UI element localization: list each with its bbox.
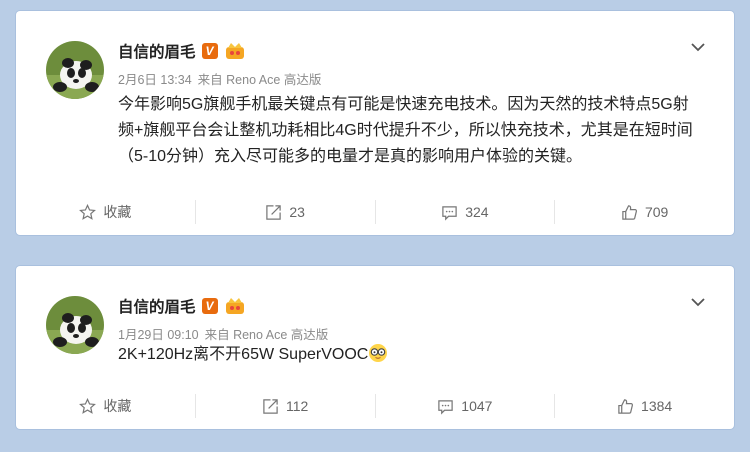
like-button[interactable]: 709 xyxy=(555,200,734,224)
glasses-emoji-icon xyxy=(369,344,388,362)
action-bar: 收藏 112 1047 1384 xyxy=(16,383,734,429)
author-row: 自信的眉毛 V xyxy=(118,295,246,317)
favorite-button[interactable]: 收藏 xyxy=(16,394,196,418)
comment-count: 1047 xyxy=(461,398,493,414)
weibo-post-card: 自信的眉毛 V 1月29日 09:10 来自 Reno Ace 高达版 2K+1… xyxy=(16,266,734,429)
repost-icon xyxy=(263,398,278,414)
post-date[interactable]: 2月6日 13:34 xyxy=(118,69,192,88)
favorite-label: 收藏 xyxy=(103,204,132,220)
repost-count: 112 xyxy=(285,398,309,414)
action-bar: 收藏 23 324 709 xyxy=(16,189,734,235)
author-name[interactable]: 自信的眉毛 xyxy=(118,40,196,62)
comment-count: 324 xyxy=(465,204,489,220)
weibo-post-card: 自信的眉毛 V 2月6日 13:34 来自 Reno Ace 高达版 今年影响5… xyxy=(16,11,734,235)
like-count: 1384 xyxy=(641,398,673,414)
thumbs-up-icon xyxy=(618,398,634,414)
star-icon xyxy=(79,397,97,414)
like-count: 709 xyxy=(644,204,669,220)
repost-button[interactable]: 23 xyxy=(196,200,376,224)
comment-button[interactable]: 1047 xyxy=(376,394,556,418)
vip-crown-icon xyxy=(225,43,244,59)
thumbs-up-icon xyxy=(622,204,637,220)
repost-count: 23 xyxy=(289,204,305,220)
chevron-down-icon[interactable] xyxy=(690,39,706,55)
post-text-wrap: 2K+120Hz离不开65W SuperVOOC xyxy=(118,342,694,368)
verified-badge-icon: V xyxy=(201,298,218,314)
comment-icon xyxy=(438,399,454,415)
chevron-down-icon[interactable] xyxy=(690,294,706,310)
repost-button[interactable]: 112 xyxy=(196,394,376,418)
post-text: 2K+120Hz离不开65W SuperVOOC xyxy=(118,346,369,363)
comment-icon xyxy=(442,205,457,221)
comment-button[interactable]: 324 xyxy=(376,200,556,224)
repost-icon xyxy=(266,204,282,220)
vip-crown-icon xyxy=(225,298,244,314)
author-row: 自信的眉毛 V xyxy=(118,40,246,62)
favorite-label: 收藏 xyxy=(103,398,132,414)
post-meta: 2月6日 13:34 来自 Reno Ace 高达版 xyxy=(118,69,321,88)
post-text: 今年影响5G旗舰手机最关键点有可能是快速充电技术。因为天然的技术特点5G射频+旗… xyxy=(118,96,693,165)
post-source: 来自 Reno Ace 高达版 xyxy=(197,73,322,87)
post-source: 来自 Reno Ace 高达版 xyxy=(204,328,329,342)
author-name[interactable]: 自信的眉毛 xyxy=(118,295,196,317)
like-button[interactable]: 1384 xyxy=(555,394,734,418)
avatar[interactable] xyxy=(46,296,104,354)
avatar[interactable] xyxy=(46,41,104,99)
favorite-button[interactable]: 收藏 xyxy=(16,200,196,224)
post-date[interactable]: 1月29日 09:10 xyxy=(118,324,199,343)
verified-badge-icon: V xyxy=(201,43,218,59)
star-icon xyxy=(79,203,97,220)
post-meta: 1月29日 09:10 来自 Reno Ace 高达版 xyxy=(118,324,328,343)
